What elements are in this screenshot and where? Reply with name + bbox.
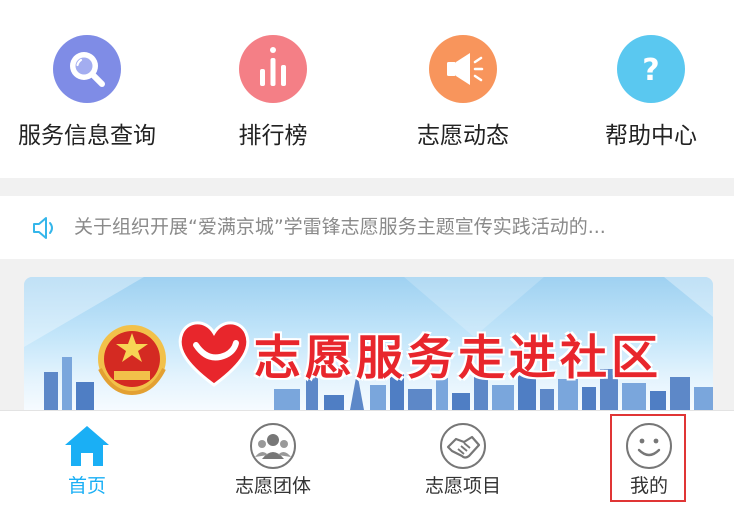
volunteer-heart-logo [174, 315, 254, 387]
notice-text[interactable]: 关于组织开展“爱满京城”学雷锋志愿服务主题宣传实践活动的... [74, 211, 704, 243]
tab-label: 志愿项目 [424, 475, 501, 497]
group-icon [248, 421, 298, 471]
megaphone-icon [429, 35, 497, 103]
banner-title: 志愿服务走进社区 [254, 331, 662, 386]
quick-menu-label: 帮助中心 [605, 123, 697, 149]
tab-volunteer-projects[interactable]: 志愿项目 [373, 411, 553, 509]
notice-bar[interactable]: 关于组织开展“爱满京城”学雷锋志愿服务主题宣传实践活动的... [0, 196, 734, 259]
quick-menu: 服务信息查询 排行榜 志愿动态 ? 帮助中心 [0, 0, 734, 178]
quick-menu-label: 服务信息查询 [18, 123, 156, 149]
tab-volunteer-groups[interactable]: 志愿团体 [183, 411, 363, 509]
handshake-icon [438, 421, 488, 471]
tab-home[interactable]: 首页 [0, 411, 177, 509]
quick-menu-help-center[interactable]: ? 帮助中心 [561, 0, 734, 178]
section-divider [0, 178, 734, 196]
quick-menu-label: 排行榜 [238, 123, 308, 149]
quick-menu-service-info-query[interactable]: 服务信息查询 [0, 0, 177, 178]
quick-menu-label: 志愿动态 [417, 123, 509, 149]
speaker-icon [30, 213, 60, 243]
quick-menu-volunteer-news[interactable]: 志愿动态 [373, 0, 553, 178]
help-question-icon: ? [617, 35, 685, 103]
home-icon [62, 421, 112, 471]
quick-menu-ranking[interactable]: 排行榜 [183, 0, 363, 178]
search-icon [53, 35, 121, 103]
youth-league-emblem [92, 317, 172, 397]
tab-mine-highlight-box [610, 414, 686, 502]
tab-label: 志愿团体 [234, 475, 311, 497]
ranking-bars-icon [239, 35, 307, 103]
tab-label: 首页 [67, 475, 106, 497]
banner-carousel[interactable]: 志愿服务走进社区 [24, 277, 713, 410]
svg-text:?: ? [642, 53, 659, 88]
